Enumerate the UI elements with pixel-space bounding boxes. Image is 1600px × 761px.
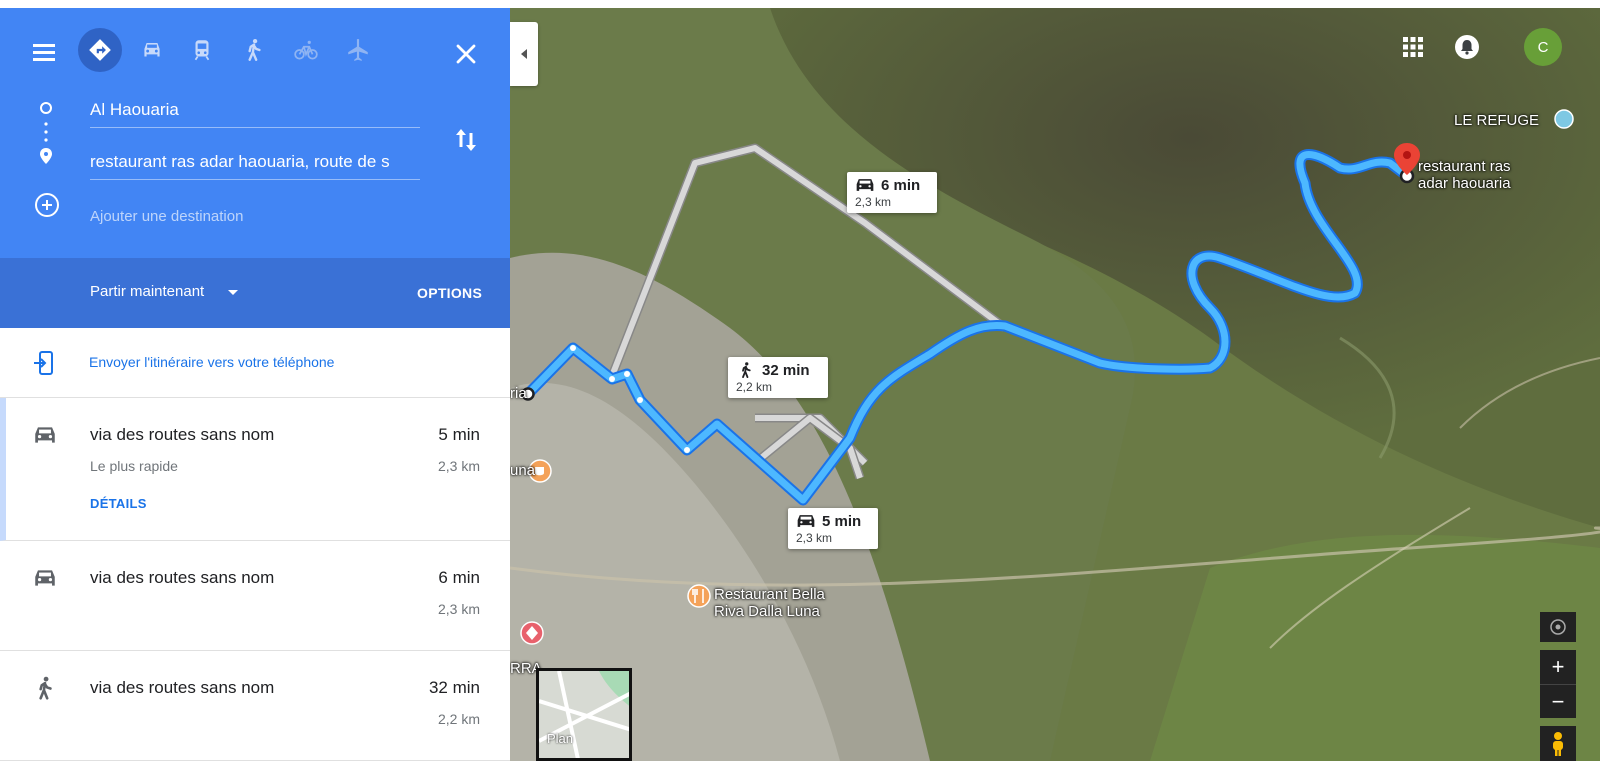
bicycle-mode-button[interactable] bbox=[284, 28, 328, 72]
directions-panel: Al Haouaria restaurant ras adar haouaria… bbox=[0, 0, 510, 761]
map-layer-label: Plan bbox=[547, 731, 574, 746]
compass-icon bbox=[1550, 619, 1566, 635]
place-label[interactable]: una bbox=[510, 462, 535, 479]
restaurant-icon[interactable] bbox=[687, 584, 711, 608]
directions-icon bbox=[89, 39, 111, 61]
route-callout[interactable]: 32 min 2,2 km bbox=[728, 357, 828, 398]
chevron-left-icon bbox=[521, 49, 527, 59]
satellite-imagery bbox=[510, 8, 1600, 761]
destination-label[interactable]: restaurant ras adar haouaria bbox=[1418, 158, 1511, 192]
callout-distance: 2,3 km bbox=[796, 531, 833, 545]
place-label[interactable]: LE REFUGE bbox=[1454, 112, 1539, 129]
send-to-phone-link[interactable]: Envoyer l'itinéraire vers votre téléphon… bbox=[89, 354, 334, 370]
car-icon bbox=[144, 42, 160, 57]
satellite-map[interactable]: 6 min 2,3 km 32 min 2,2 km 5 min 2,3 km … bbox=[510, 8, 1600, 761]
route-callout[interactable]: 6 min 2,3 km bbox=[847, 172, 937, 213]
walk-icon bbox=[248, 38, 261, 61]
destination-label-line: restaurant ras bbox=[1418, 158, 1511, 175]
walk-mode-button[interactable] bbox=[232, 28, 276, 72]
caret-down-icon[interactable] bbox=[228, 290, 238, 295]
restaurant-label[interactable]: Restaurant Bella Riva Dalla Luna bbox=[714, 586, 825, 620]
car-icon bbox=[35, 570, 55, 586]
account-avatar[interactable]: C bbox=[1524, 28, 1562, 66]
place-marker-icon[interactable] bbox=[1554, 109, 1574, 129]
close-icon[interactable] bbox=[452, 40, 480, 68]
compass-button[interactable] bbox=[1540, 612, 1576, 642]
flight-mode-button[interactable] bbox=[336, 28, 380, 72]
route-details-link[interactable]: DÉTAILS bbox=[90, 496, 147, 511]
route-option[interactable]: via des routes sans nom 32 min 2,2 km bbox=[0, 651, 510, 761]
apps-grid-icon[interactable] bbox=[1402, 36, 1424, 58]
callout-time: 5 min bbox=[822, 512, 862, 530]
route-duration: 32 min bbox=[428, 678, 480, 697]
car-icon bbox=[35, 427, 55, 443]
destination-field[interactable]: restaurant ras adar haouaria, route de s bbox=[90, 146, 420, 180]
send-to-phone-icon bbox=[34, 351, 53, 375]
car-icon bbox=[797, 515, 815, 527]
map-thumbnail bbox=[539, 671, 629, 758]
restaurant-label-line: Restaurant Bella bbox=[714, 586, 825, 603]
route-distance: 2,2 km bbox=[437, 711, 480, 727]
airplane-icon bbox=[348, 39, 368, 61]
callout-distance: 2,2 km bbox=[736, 380, 773, 394]
map-layer-toggle[interactable]: Plan bbox=[536, 668, 632, 761]
route-waypoints-indicator bbox=[40, 102, 52, 164]
route-distance: 2,3 km bbox=[437, 458, 480, 474]
street-view-button[interactable] bbox=[1540, 726, 1576, 761]
directions-header: Al Haouaria restaurant ras adar haouaria… bbox=[0, 8, 510, 258]
options-button[interactable]: OPTIONS bbox=[417, 285, 482, 301]
swap-icon[interactable] bbox=[452, 125, 480, 155]
pegman-icon bbox=[1553, 731, 1563, 756]
restaurant-label-line: Riva Dalla Luna bbox=[714, 603, 820, 620]
send-to-phone-row[interactable]: Envoyer l'itinéraire vers votre téléphon… bbox=[0, 328, 510, 398]
bicycle-icon bbox=[294, 40, 318, 60]
destination-label-line: adar haouaria bbox=[1418, 175, 1511, 192]
zoom-out-button[interactable]: − bbox=[1540, 684, 1576, 718]
zoom-in-button[interactable]: + bbox=[1540, 650, 1576, 684]
origin-label[interactable]: ria bbox=[510, 385, 527, 402]
route-name: via des routes sans nom bbox=[90, 568, 275, 587]
menu-icon[interactable] bbox=[28, 38, 62, 66]
car-icon bbox=[856, 179, 874, 191]
train-icon bbox=[194, 40, 210, 61]
origin-field[interactable]: Al Haouaria bbox=[90, 94, 420, 128]
route-duration: 6 min bbox=[438, 568, 480, 587]
route-name: via des routes sans nom bbox=[90, 425, 275, 444]
route-distance: 2,3 km bbox=[437, 601, 480, 617]
route-subtitle: Le plus rapide bbox=[90, 458, 178, 474]
route-duration: 5 min bbox=[438, 425, 480, 444]
walk-icon bbox=[742, 362, 751, 379]
depart-time-dropdown[interactable]: Partir maintenant bbox=[90, 283, 204, 300]
collapse-panel-button[interactable] bbox=[510, 22, 538, 86]
callout-time: 32 min bbox=[762, 361, 810, 379]
route-option[interactable]: via des routes sans nom 6 min 2,3 km bbox=[0, 541, 510, 651]
directions-mode-button[interactable] bbox=[78, 28, 122, 72]
route-name: via des routes sans nom bbox=[90, 678, 275, 697]
route-callout-selected[interactable]: 5 min 2,3 km bbox=[788, 508, 878, 549]
transit-mode-button[interactable] bbox=[180, 28, 224, 72]
walk-icon bbox=[39, 676, 52, 700]
notifications-icon[interactable] bbox=[1454, 34, 1480, 60]
add-destination-icon[interactable] bbox=[34, 192, 60, 218]
callout-time: 6 min bbox=[881, 176, 921, 194]
route-option[interactable]: via des routes sans nom 5 min Le plus ra… bbox=[0, 398, 510, 541]
add-destination-field[interactable]: Ajouter une destination bbox=[90, 208, 243, 225]
callout-distance: 2,3 km bbox=[855, 195, 892, 209]
car-mode-button[interactable] bbox=[130, 28, 174, 72]
